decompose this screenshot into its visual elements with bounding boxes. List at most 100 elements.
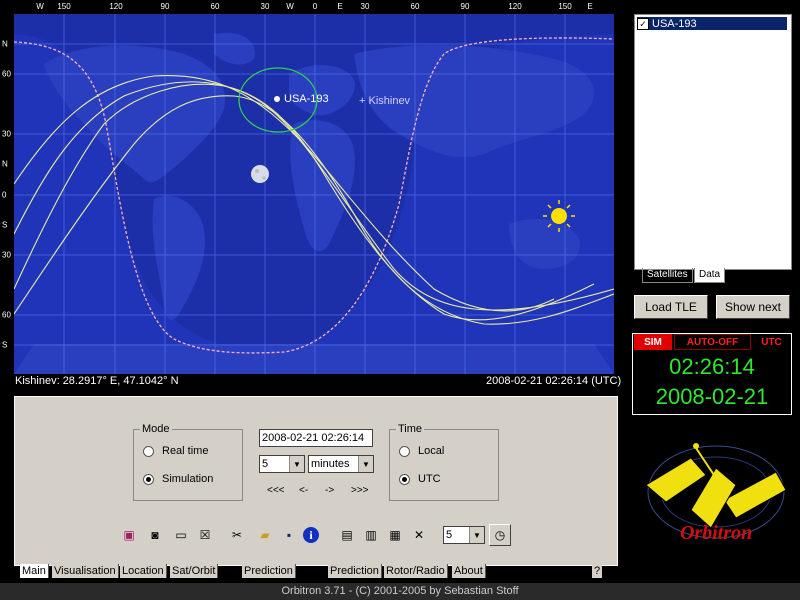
close-window-icon[interactable]: ☒ [195,525,215,545]
windows-icon[interactable]: ▦ [385,525,405,545]
main-control-panel: Mode Real time Simulation 2008-02-21 02:… [14,396,618,566]
mode-group-title: Mode [140,423,172,435]
satellite-label: USA-193 [284,93,329,105]
step-unit-select[interactable]: minutes ▼ [308,455,374,473]
lon-tick: 150 [558,2,572,11]
simulation-radio[interactable]: Simulation [143,473,213,485]
rewind-fast-button[interactable]: <<< [267,485,285,496]
lon-tick: E [587,2,593,11]
chevron-down-icon[interactable]: ▼ [469,527,484,543]
utc-indicator[interactable]: UTC [753,334,790,350]
chevron-down-icon[interactable]: ▼ [358,456,373,472]
tab-satellites[interactable]: Satellites [642,268,693,283]
rewind-button[interactable]: <- [299,485,308,496]
checkbox[interactable]: ✓ [637,17,649,30]
radio-dot[interactable] [399,445,410,457]
tab-location[interactable]: Location [120,564,167,578]
save-disk-icon[interactable]: ▪ [279,525,299,545]
sim-indicator[interactable]: SIM [634,334,672,350]
lat-tick: S [2,220,8,230]
satellite-marker[interactable] [274,96,280,102]
step-value-select[interactable]: 5 ▼ [259,455,305,473]
satellite-list[interactable]: ✓ USA-193 [634,14,792,270]
info-icon[interactable]: i [303,527,319,543]
local-time-radio[interactable]: Local [399,445,444,457]
lon-tick: 120 [109,2,123,11]
clock-panel: SIM AUTO-OFF UTC 02:26:14 2008-02-21 [632,333,792,415]
step-value: 5 [262,458,269,470]
simulation-label: Simulation [162,473,214,485]
footer-status: Orbitron 3.71 - (C) 2001-2005 by Sebasti… [0,583,800,600]
auto-off-indicator[interactable]: AUTO-OFF [674,334,751,350]
tab-prediction[interactable]: Prediction [328,564,382,578]
lat-tick: 30 [2,250,11,260]
lon-tick: E [337,2,343,11]
station-label: + Kishinev [359,95,411,107]
lon-tick: 60 [210,2,220,11]
logo-text: Orbitron [680,522,753,544]
satellite-list-item[interactable]: ✓ USA-193 [637,17,787,30]
lat-tick: S [2,340,8,350]
datetime-readout: 2008-02-21 02:26:14 (UTC) [486,375,622,387]
chevron-down-icon[interactable]: ▼ [289,456,304,472]
lat-tick: N [2,39,8,49]
latitude-scale: N 60 30 N 0 S 30 60 S [0,14,14,374]
minimize-icon[interactable]: ▭ [171,525,191,545]
lon-tick: 90 [460,2,470,11]
utc-label: UTC [418,473,441,485]
tools-icon[interactable]: ✂ [227,525,247,545]
lon-tick: W [36,2,44,11]
tab-sat-orbit-info[interactable]: Sat/Orbit info [170,564,219,591]
lon-tick: 60 [410,2,420,11]
forward-fast-button[interactable]: >>> [351,485,369,496]
camera-icon[interactable]: ◙ [145,525,165,545]
radio-dot[interactable] [143,473,154,485]
lat-tick: 60 [2,69,11,79]
location-readout: Kishinev: 28.2917° E, 47.1042° N [15,375,179,387]
tab-data[interactable]: Data [694,268,726,283]
help-button[interactable]: ? [592,564,603,578]
forward-button[interactable]: -> [325,485,334,496]
real-time-radio[interactable]: Real time [143,445,208,457]
window-split-icon[interactable]: ▥ [361,525,381,545]
lat-tick: 30 [2,129,11,139]
tab-about[interactable]: About [452,564,486,578]
print-icon[interactable]: ▤ [337,525,357,545]
lon-tick: 0 [312,2,318,11]
fullscreen-icon[interactable]: ✕ [409,525,429,545]
open-folder-icon[interactable]: ▰ [255,525,275,545]
time-group: Time [389,423,499,501]
lon-tick: 90 [160,2,170,11]
world-map[interactable]: USA-193 + Kishinev [14,14,614,374]
tab-main[interactable]: Main [20,564,49,578]
lon-tick: 30 [260,2,270,11]
book-icon[interactable]: ▣ [119,525,139,545]
radio-dot[interactable] [143,445,154,457]
lon-tick: 120 [508,2,522,11]
load-tle-button[interactable]: Load TLE [634,295,708,319]
datetime-input[interactable]: 2008-02-21 02:26:14 [259,429,373,447]
real-time-label: Real time [162,445,209,457]
mode-group: Mode [133,423,243,501]
show-next-button[interactable]: Show next [716,295,790,319]
lat-tick: 0 [2,190,7,200]
longitude-scale: W 150 120 90 60 30 W 0 E 30 60 90 120 15… [14,0,614,14]
utc-time-radio[interactable]: UTC [399,473,441,485]
lat-tick: 60 [2,310,11,320]
lon-tick: W [286,2,294,11]
clock-date: 2008-02-21 [655,384,769,409]
clock-icon[interactable]: ◷ [489,524,511,546]
clock-time: 02:26:14 [669,354,755,379]
time-group-title: Time [396,423,425,435]
local-label: Local [418,445,445,457]
speed-value: 5 [446,529,453,541]
tab-prediction-setup[interactable]: Prediction setup [242,564,296,591]
radio-dot[interactable] [399,473,410,485]
step-unit: minutes [311,458,350,470]
tab-rotor-radio[interactable]: Rotor/Radio [384,564,448,578]
tab-visualisation[interactable]: Visualisation [52,564,119,578]
map-graphic [14,14,614,374]
moon-icon [251,165,269,183]
lon-tick: 150 [57,2,71,11]
speed-select[interactable]: 5 ▼ [443,526,485,544]
